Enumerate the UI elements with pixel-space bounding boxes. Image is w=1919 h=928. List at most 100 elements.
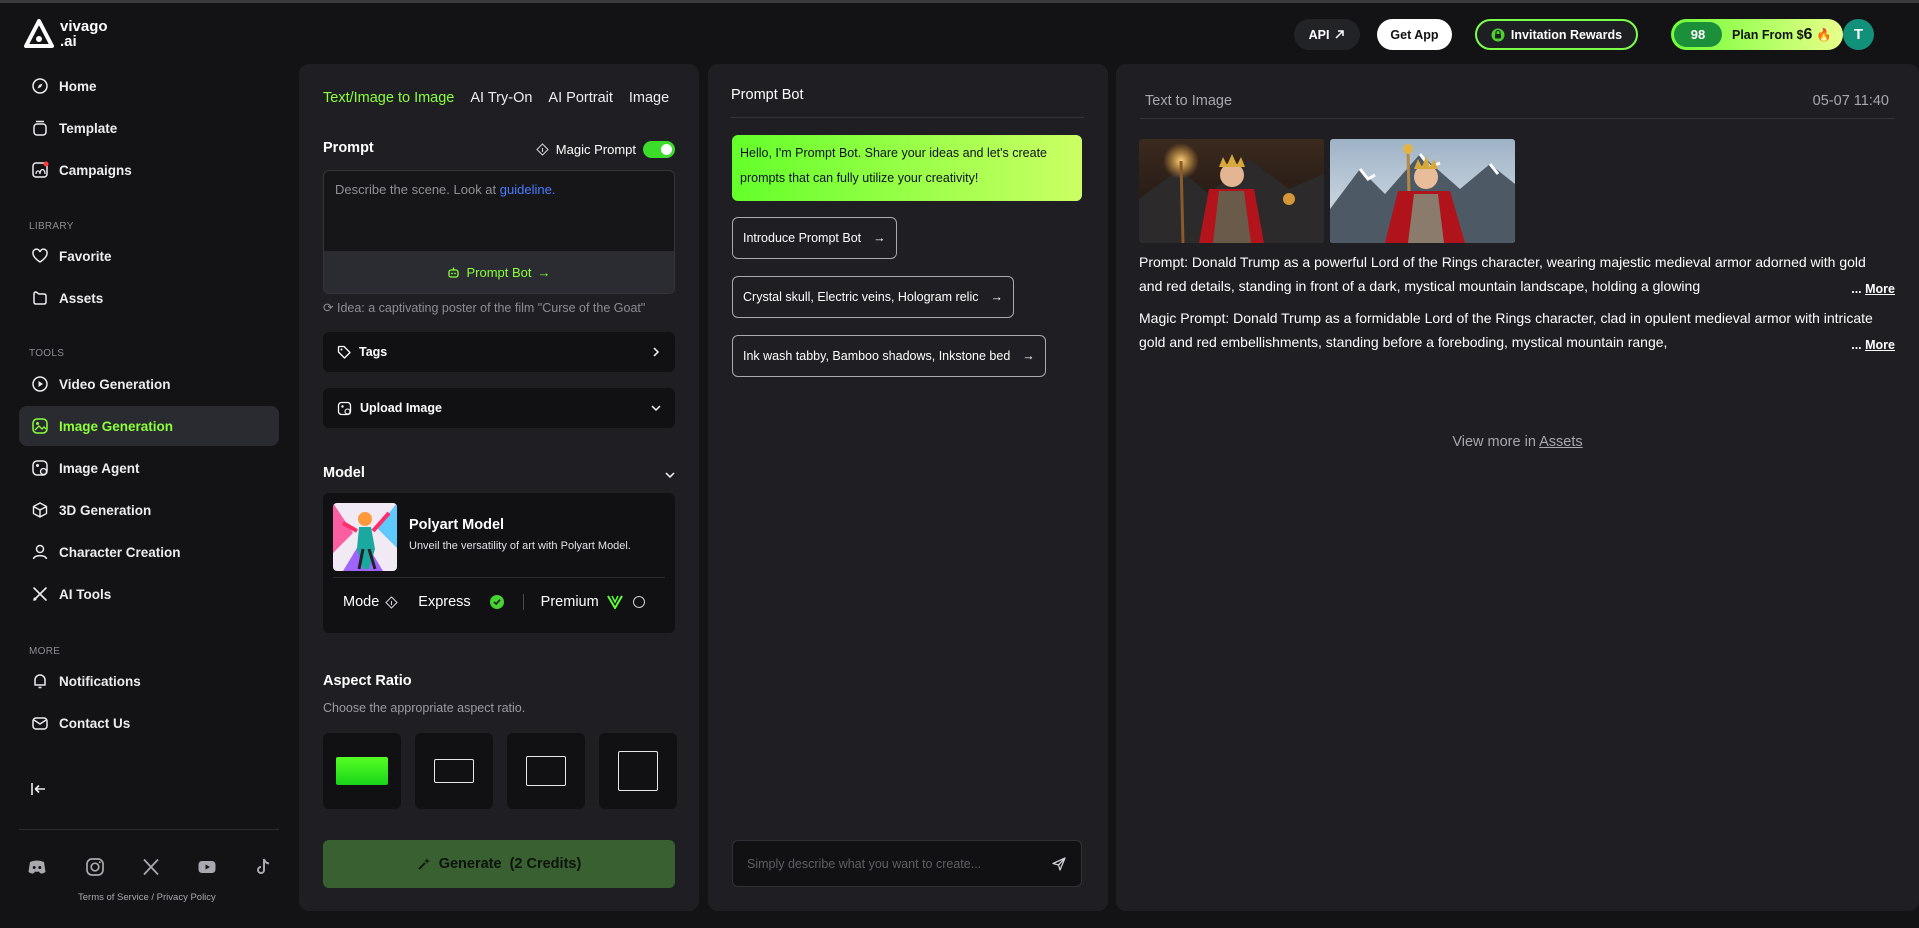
x-twitter-icon[interactable] [140, 856, 162, 878]
result-magic-prompt-text: Magic Prompt: Donald Trump as a formidab… [1139, 310, 1873, 350]
sidebar-item-ai-tools[interactable]: AI Tools [19, 574, 279, 614]
model-description: Unveil the versatility of art with Polya… [409, 540, 631, 552]
tab-ai-try-on[interactable]: AI Try-On [470, 90, 532, 110]
sidebar-item-favorite[interactable]: Favorite [19, 236, 279, 276]
sidebar-item-image-agent[interactable]: Image Agent [19, 448, 279, 488]
tags-row[interactable]: Tags [323, 332, 675, 372]
info-diamond-icon[interactable] [536, 143, 549, 156]
aspect-ratio-option-landscape[interactable] [415, 733, 493, 809]
guideline-link[interactable]: guideline. [500, 182, 556, 197]
aspect-ratio-option-wide[interactable] [323, 733, 401, 809]
prompt-bot-button[interactable]: Prompt Bot → [324, 251, 674, 293]
image-agent-icon [32, 460, 48, 476]
magic-prompt-toggle[interactable] [643, 141, 675, 158]
magic-prompt-more-link[interactable]: ... More [1851, 338, 1895, 352]
prompt-bot-panel: Prompt Bot Hello, I'm Prompt Bot. Share … [708, 64, 1108, 911]
sidebar-item-3d-generation[interactable]: 3D Generation [19, 490, 279, 530]
tiktok-icon[interactable] [252, 856, 274, 878]
result-divider [1140, 118, 1895, 119]
prompt-input[interactable]: Describe the scene. Look at guideline. P… [323, 170, 675, 294]
refresh-icon[interactable]: ⟳ [323, 301, 333, 315]
tab-image[interactable]: Image [629, 90, 669, 110]
aspect-ratio-option-square[interactable] [599, 733, 677, 809]
model-separator [333, 577, 665, 578]
sidebar-item-contact-us[interactable]: Contact Us [19, 703, 279, 743]
prompt-more-link[interactable]: ... More [1851, 282, 1895, 296]
heart-icon [32, 248, 48, 263]
legal-separator: / [151, 892, 155, 903]
api-button[interactable]: API [1294, 19, 1360, 50]
chip-crystal-skull[interactable]: Crystal skull, Electric veins, Hologram … [732, 276, 1014, 318]
premium-radio[interactable] [632, 596, 645, 608]
result-image-1[interactable] [1139, 139, 1324, 243]
aspect-shape [618, 751, 658, 791]
aspect-ratio-option-standard[interactable] [507, 733, 585, 809]
sidebar-item-campaigns[interactable]: Campaigns [19, 150, 279, 190]
logo-text: vivago .ai [60, 18, 108, 50]
campaign-icon [32, 161, 49, 178]
sidebar-item-image-generation[interactable]: Image Generation [19, 406, 279, 446]
mode-selector: Mode Express Premium [343, 594, 665, 610]
arrow-right-icon: → [1022, 349, 1035, 363]
template-icon [33, 120, 47, 136]
result-image-2[interactable] [1330, 139, 1515, 243]
model-title: Model [323, 465, 365, 481]
logo[interactable]: vivago .ai [24, 19, 108, 49]
sidebar-item-video-generation[interactable]: Video Generation [19, 364, 279, 404]
bell-icon [34, 674, 46, 689]
tag-icon [337, 345, 351, 359]
get-app-button[interactable]: Get App [1377, 19, 1452, 50]
assets-link[interactable]: Assets [1539, 434, 1583, 450]
sidebar-item-home[interactable]: Home [19, 66, 279, 106]
chip-ink-wash-tabby[interactable]: Ink wash tabby, Bamboo shadows, Inkstone… [732, 335, 1046, 377]
prompt-bot-greeting: Hello, I'm Prompt Bot. Share your ideas … [732, 135, 1082, 201]
prompt-title: Prompt [323, 140, 374, 156]
gift-lock-icon [1491, 28, 1505, 41]
generate-button[interactable]: Generate (2 Credits) [323, 840, 675, 888]
terms-link[interactable]: Terms of Service [78, 892, 149, 903]
sidebar-item-template[interactable]: Template [19, 108, 279, 148]
instagram-icon[interactable] [84, 856, 106, 878]
prompt-bot-input[interactable]: Simply describe what you want to create.… [732, 840, 1082, 887]
user-avatar[interactable]: T [1843, 19, 1874, 50]
arrow-right-icon: → [990, 290, 1003, 304]
model-card[interactable]: Polyart Model Unveil the versatility of … [323, 493, 675, 633]
discord-icon[interactable] [26, 856, 48, 878]
aspect-shape-selected [336, 757, 388, 785]
sidebar-item-notifications[interactable]: Notifications [19, 661, 279, 701]
plan-upgrade-button[interactable]: 98 Plan From $6 🔥 [1671, 19, 1843, 50]
premium-mode-option[interactable]: Premium [541, 594, 599, 610]
sparkle-wand-icon [418, 858, 430, 870]
aspect-ratio-subtitle: Choose the appropriate aspect ratio. [323, 701, 526, 715]
sidebar-item-character-creation[interactable]: Character Creation [19, 532, 279, 572]
express-check-icon[interactable] [489, 595, 504, 609]
generator-tabs: Text/Image to Image AI Try-On AI Portrai… [323, 90, 675, 110]
idea-suggestion[interactable]: ⟳ Idea: a captivating poster of the film… [323, 300, 675, 315]
prompt-placeholder: Describe the scene. Look at guideline. [335, 182, 556, 197]
model-name: Polyart Model [409, 517, 505, 533]
result-title: Text to Image [1145, 93, 1233, 109]
invitation-rewards-button[interactable]: Invitation Rewards [1475, 19, 1638, 50]
arrow-right-icon: → [537, 264, 551, 280]
upload-image-row[interactable]: Upload Image [323, 388, 675, 428]
prompt-bot-divider [731, 117, 1084, 118]
mode-info-icon[interactable] [385, 595, 399, 609]
send-icon[interactable] [1051, 856, 1067, 872]
view-more-assets: View more in Assets [1452, 434, 1583, 450]
aspect-shape [526, 756, 566, 786]
tab-ai-portrait[interactable]: AI Portrait [548, 90, 612, 110]
mode-divider [522, 594, 524, 610]
aspect-shape [434, 759, 474, 783]
mail-icon [32, 717, 48, 730]
folder-icon [33, 291, 47, 305]
privacy-link[interactable]: Privacy Policy [157, 892, 216, 903]
collapse-sidebar-icon[interactable] [29, 779, 49, 799]
express-mode-option[interactable]: Express [418, 594, 470, 610]
sidebar-item-assets[interactable]: Assets [19, 278, 279, 318]
sidebar-divider [19, 829, 279, 830]
prompt-bot-title: Prompt Bot [731, 87, 804, 103]
youtube-icon[interactable] [196, 856, 218, 878]
chip-introduce-prompt-bot[interactable]: Introduce Prompt Bot → [732, 217, 897, 259]
model-collapse-chevron-icon[interactable] [665, 470, 675, 480]
tab-text-image-to-image[interactable]: Text/Image to Image [323, 90, 454, 110]
